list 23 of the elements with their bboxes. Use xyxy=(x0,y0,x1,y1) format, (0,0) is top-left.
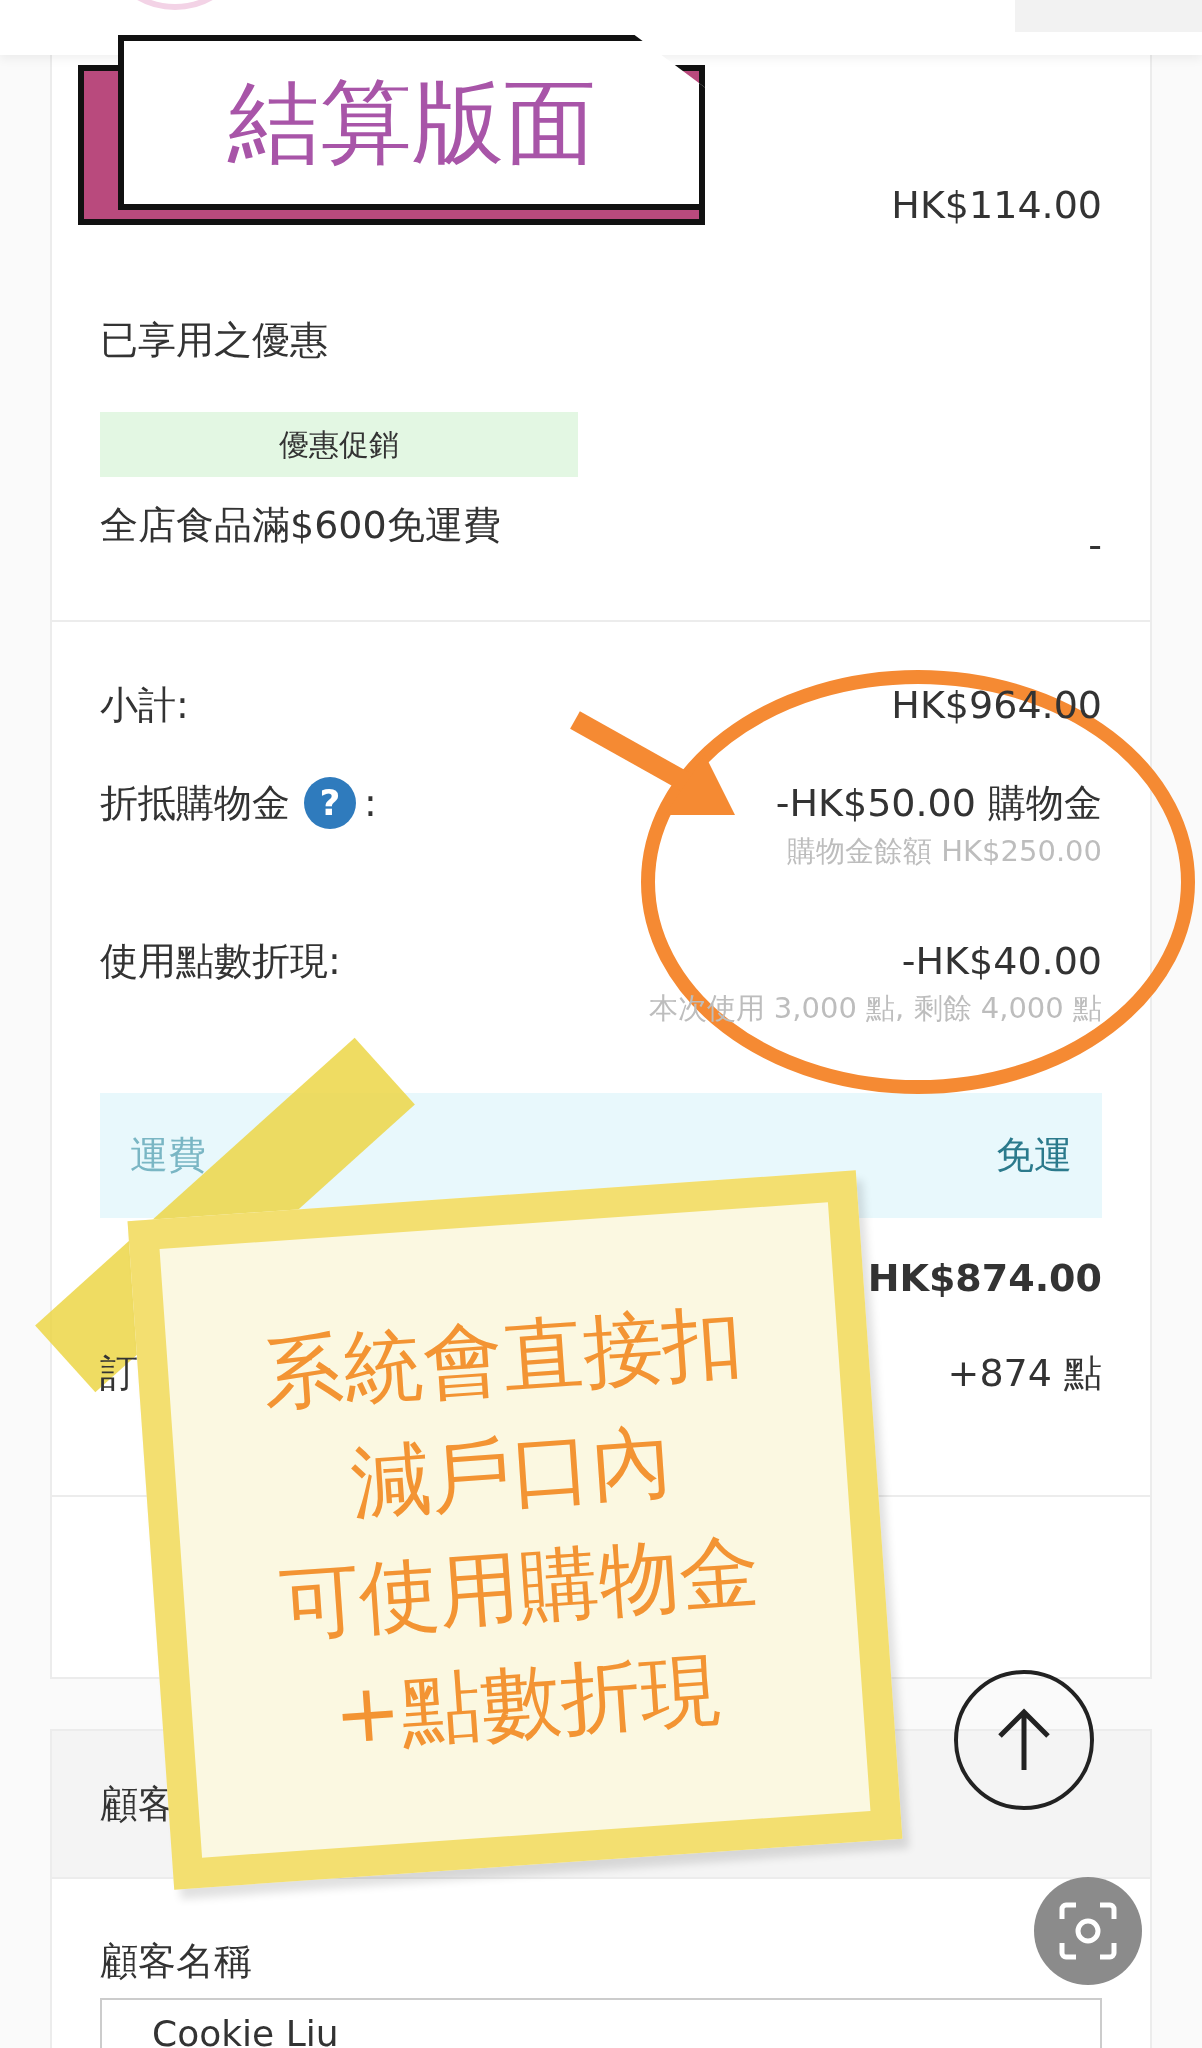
arrow-up-icon xyxy=(996,1708,1052,1772)
shipping-label: 運費 xyxy=(130,1132,206,1179)
summary-label: 小計: xyxy=(100,682,189,729)
name-field[interactable]: Cookie Liu xyxy=(100,1998,1102,2048)
summary-label: 使用點數折現: xyxy=(100,938,341,985)
summary-value: -HK$40.00 xyxy=(901,938,1102,985)
help-icon[interactable]: ? xyxy=(304,777,356,829)
scroll-top-button[interactable] xyxy=(954,1670,1094,1810)
field-label: 顧客名稱 xyxy=(100,1938,253,1985)
promotion-text: 全店食品滿$600免運費 xyxy=(100,502,501,549)
colon-text: : xyxy=(364,780,377,827)
summary-value: -HK$50.00 購物金 xyxy=(775,780,1102,827)
item-amount: HK$114.00 xyxy=(891,182,1102,229)
lens-icon xyxy=(1058,1901,1118,1961)
section-heading: 已享用之優惠 xyxy=(100,317,329,364)
shipping-value: 免運 xyxy=(996,1132,1072,1179)
summary-label: 折抵購物金 xyxy=(100,780,290,827)
balance-note: 購物金餘額 HK$250.00 xyxy=(786,833,1102,870)
total-value: HK$874.00 xyxy=(867,1255,1102,1302)
banner-title: 結算版面 xyxy=(118,35,705,210)
summary-value: +874 點 xyxy=(947,1350,1102,1397)
promo-badge: 優惠促銷 xyxy=(100,412,578,477)
promotion-value: - xyxy=(1088,522,1102,569)
